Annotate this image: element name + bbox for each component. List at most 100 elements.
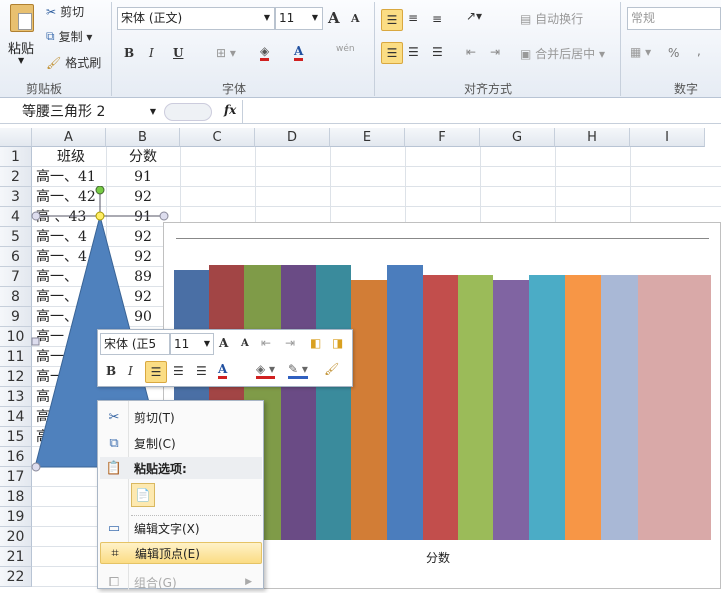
font-size-select[interactable]: 11 ▼	[275, 7, 323, 30]
mini-increase-indent-button[interactable]: ⇥	[285, 336, 295, 350]
menu-item-group[interactable]: ⧠ 组合(G) ▶	[100, 571, 262, 593]
border-button[interactable]: ⊞ ▾	[216, 46, 236, 60]
chart-bar[interactable]	[281, 265, 316, 540]
column-header-D[interactable]: D	[255, 128, 330, 147]
mini-bring-front-icon[interactable]: ◧	[310, 336, 321, 350]
format-painter-button[interactable]: 🖌 格式刷	[46, 54, 101, 71]
mini-shrink-font-button[interactable]: A	[241, 338, 249, 349]
align-center-button[interactable]: ☰	[408, 45, 419, 59]
column-header-H[interactable]: H	[555, 128, 630, 147]
row-header[interactable]: 17	[0, 467, 32, 487]
column-header-C[interactable]: C	[180, 128, 255, 147]
mini-decrease-indent-button[interactable]: ⇤	[261, 336, 271, 350]
row-header[interactable]: 15	[0, 427, 32, 447]
column-header-E[interactable]: E	[330, 128, 405, 147]
chart-bar[interactable]	[351, 280, 387, 540]
row-header[interactable]: 1	[0, 147, 32, 167]
column-header-F[interactable]: F	[405, 128, 480, 147]
name-box[interactable]: 等腰三角形 2 ▼	[0, 102, 160, 122]
chart-bar[interactable]	[638, 275, 711, 540]
row-header[interactable]: 10	[0, 327, 32, 347]
comma-button[interactable]: ,	[697, 44, 701, 58]
chart-bar[interactable]	[493, 280, 529, 540]
chart-bar[interactable]	[458, 275, 493, 540]
insert-function-button[interactable]: fx	[224, 103, 236, 117]
row-header[interactable]: 7	[0, 267, 32, 287]
grow-font-button[interactable]: A	[328, 9, 340, 27]
paste-button[interactable]: 粘贴 ▼	[6, 2, 40, 72]
mini-fill-button[interactable]: ◈ ▾	[256, 362, 276, 379]
menu-item-copy[interactable]: ⧉ 复制(C)	[100, 432, 262, 454]
cut-button[interactable]: ✂ 剪切	[46, 3, 84, 20]
chart-bar[interactable]	[565, 275, 601, 540]
row-header[interactable]: 20	[0, 527, 32, 547]
align-top-button[interactable]: ☰	[381, 9, 403, 31]
merge-center-button[interactable]: ▣ 合并后居中 ▾	[520, 45, 605, 62]
chart-bar[interactable]	[387, 265, 423, 540]
chart-bar[interactable]	[423, 275, 458, 540]
cell-A1[interactable]: 班级	[36, 147, 106, 167]
row-header[interactable]: 4	[0, 207, 32, 227]
mini-align-right-button[interactable]: ☰	[196, 364, 207, 378]
mini-italic-button[interactable]: I	[128, 364, 133, 378]
percent-button[interactable]: %	[668, 46, 679, 60]
row-header[interactable]: 18	[0, 487, 32, 507]
row-header[interactable]: 5	[0, 227, 32, 247]
align-left-button[interactable]: ☰	[381, 42, 403, 64]
row-header[interactable]: 19	[0, 507, 32, 527]
menu-item-edit-points[interactable]: ⌗ 编辑顶点(E)	[100, 542, 262, 564]
mini-font-color-button[interactable]: A	[218, 362, 228, 379]
column-header-B[interactable]: B	[106, 128, 180, 147]
row-header[interactable]: 8	[0, 287, 32, 307]
align-right-button[interactable]: ☰	[432, 45, 443, 59]
mini-outline-button[interactable]: ✎ ▾	[288, 362, 308, 379]
row-header[interactable]: 14	[0, 407, 32, 427]
align-middle-button[interactable]: ≡	[408, 11, 418, 25]
mini-font-select[interactable]: 宋体 (正5	[100, 333, 170, 355]
paste-keep-format-button[interactable]: 📄	[131, 483, 155, 507]
underline-button[interactable]: U	[173, 46, 183, 60]
rotation-handle[interactable]	[95, 186, 105, 195]
column-header-I[interactable]: I	[630, 128, 705, 147]
copy-button[interactable]: ⧉ 复制 ▾	[46, 28, 92, 45]
menu-item-cut[interactable]: ✂ 剪切(T)	[100, 406, 262, 428]
font-color-button[interactable]: A	[294, 44, 304, 61]
adjust-handle[interactable]	[95, 211, 105, 221]
row-header[interactable]: 22	[0, 567, 32, 587]
cell-B1[interactable]: 分数	[106, 147, 180, 167]
row-header[interactable]: 11	[0, 347, 32, 367]
formula-input[interactable]	[242, 100, 721, 124]
cell-B2[interactable]: 91	[106, 167, 180, 187]
fill-color-button[interactable]: ◈	[260, 44, 270, 61]
chart-bar[interactable]	[316, 265, 351, 540]
resize-handle[interactable]	[31, 337, 40, 346]
italic-button[interactable]: I	[149, 46, 154, 60]
row-header[interactable]: 12	[0, 367, 32, 387]
phonetic-button[interactable]: wén	[336, 44, 355, 54]
row-header[interactable]: 21	[0, 547, 32, 567]
menu-item-edit-text[interactable]: ▭ 编辑文字(X)	[100, 517, 262, 539]
mini-bold-button[interactable]: B	[106, 364, 116, 378]
font-name-select[interactable]: 宋体 (正文) ▼	[117, 7, 275, 30]
bold-button[interactable]: B	[124, 46, 134, 60]
mini-send-back-icon[interactable]: ◨	[332, 336, 343, 350]
mini-align-left-button[interactable]: ☰	[145, 361, 167, 383]
orientation-button[interactable]: ↗▾	[466, 9, 482, 23]
chart-bar[interactable]	[529, 275, 565, 540]
row-header[interactable]: 16	[0, 447, 32, 467]
column-header-A[interactable]: A	[32, 128, 106, 147]
column-header-G[interactable]: G	[480, 128, 555, 147]
align-bottom-button[interactable]: ≡	[432, 12, 442, 26]
row-header[interactable]: 9	[0, 307, 32, 327]
row-header[interactable]: 2	[0, 167, 32, 187]
mini-grow-font-button[interactable]: A	[219, 336, 228, 350]
increase-indent-button[interactable]: ⇥	[490, 45, 500, 59]
resize-handle[interactable]	[159, 211, 169, 221]
row-header[interactable]: 6	[0, 247, 32, 267]
accounting-format-button[interactable]: ▦ ▾	[630, 45, 651, 59]
resize-handle[interactable]	[31, 462, 41, 472]
number-format-select[interactable]: 常规	[627, 7, 721, 30]
select-all-corner[interactable]	[0, 128, 32, 147]
row-header[interactable]: 3	[0, 187, 32, 207]
decrease-indent-button[interactable]: ⇤	[466, 45, 476, 59]
